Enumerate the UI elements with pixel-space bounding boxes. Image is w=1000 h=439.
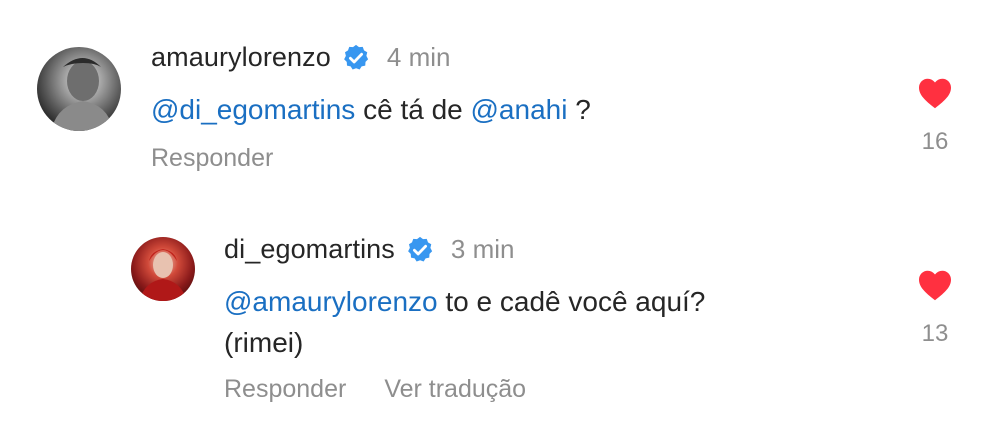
verified-badge-icon	[405, 235, 435, 265]
username[interactable]: di_egomartins	[224, 234, 395, 265]
comment-time: 4 min	[386, 42, 451, 72]
comment-text-segment: ?	[567, 94, 591, 125]
username[interactable]: amaurylorenzo	[151, 42, 331, 73]
comment-text: @amaurylorenzo to e cadê você aquí?	[224, 281, 705, 323]
comment-text-segment: to e cadê você aquí?	[437, 286, 706, 317]
like-count: 13	[921, 320, 949, 347]
see-translation-button[interactable]: Ver tradução	[384, 375, 526, 404]
avatar-amaurylorenzo[interactable]	[37, 47, 121, 131]
mention-link[interactable]: @di_egomartins	[151, 94, 355, 125]
reply-button[interactable]: Responder	[224, 375, 346, 404]
comment-actions: Responder	[151, 144, 311, 173]
like-count: 16	[921, 128, 949, 155]
verified-badge-icon	[341, 43, 371, 73]
comment-actions: Responder Ver tradução	[224, 375, 564, 404]
comment-header: amaurylorenzo 4 min	[151, 42, 450, 73]
comment-text: @di_egomartins cê tá de @anahi ?	[151, 89, 591, 131]
heart-filled-icon[interactable]	[917, 269, 953, 301]
comment-time: 3 min	[450, 234, 515, 264]
reply-button[interactable]: Responder	[151, 144, 273, 173]
comment-text-line2: (rimei)	[224, 327, 304, 358]
comment-header: di_egomartins 3 min	[224, 234, 514, 265]
mention-link[interactable]: @anahi	[471, 94, 568, 125]
mention-link[interactable]: @amaurylorenzo	[224, 286, 438, 317]
heart-filled-icon[interactable]	[917, 77, 953, 109]
avatar-di_egomartins[interactable]	[131, 237, 195, 301]
comment-text-segment: cê tá de	[355, 94, 471, 125]
